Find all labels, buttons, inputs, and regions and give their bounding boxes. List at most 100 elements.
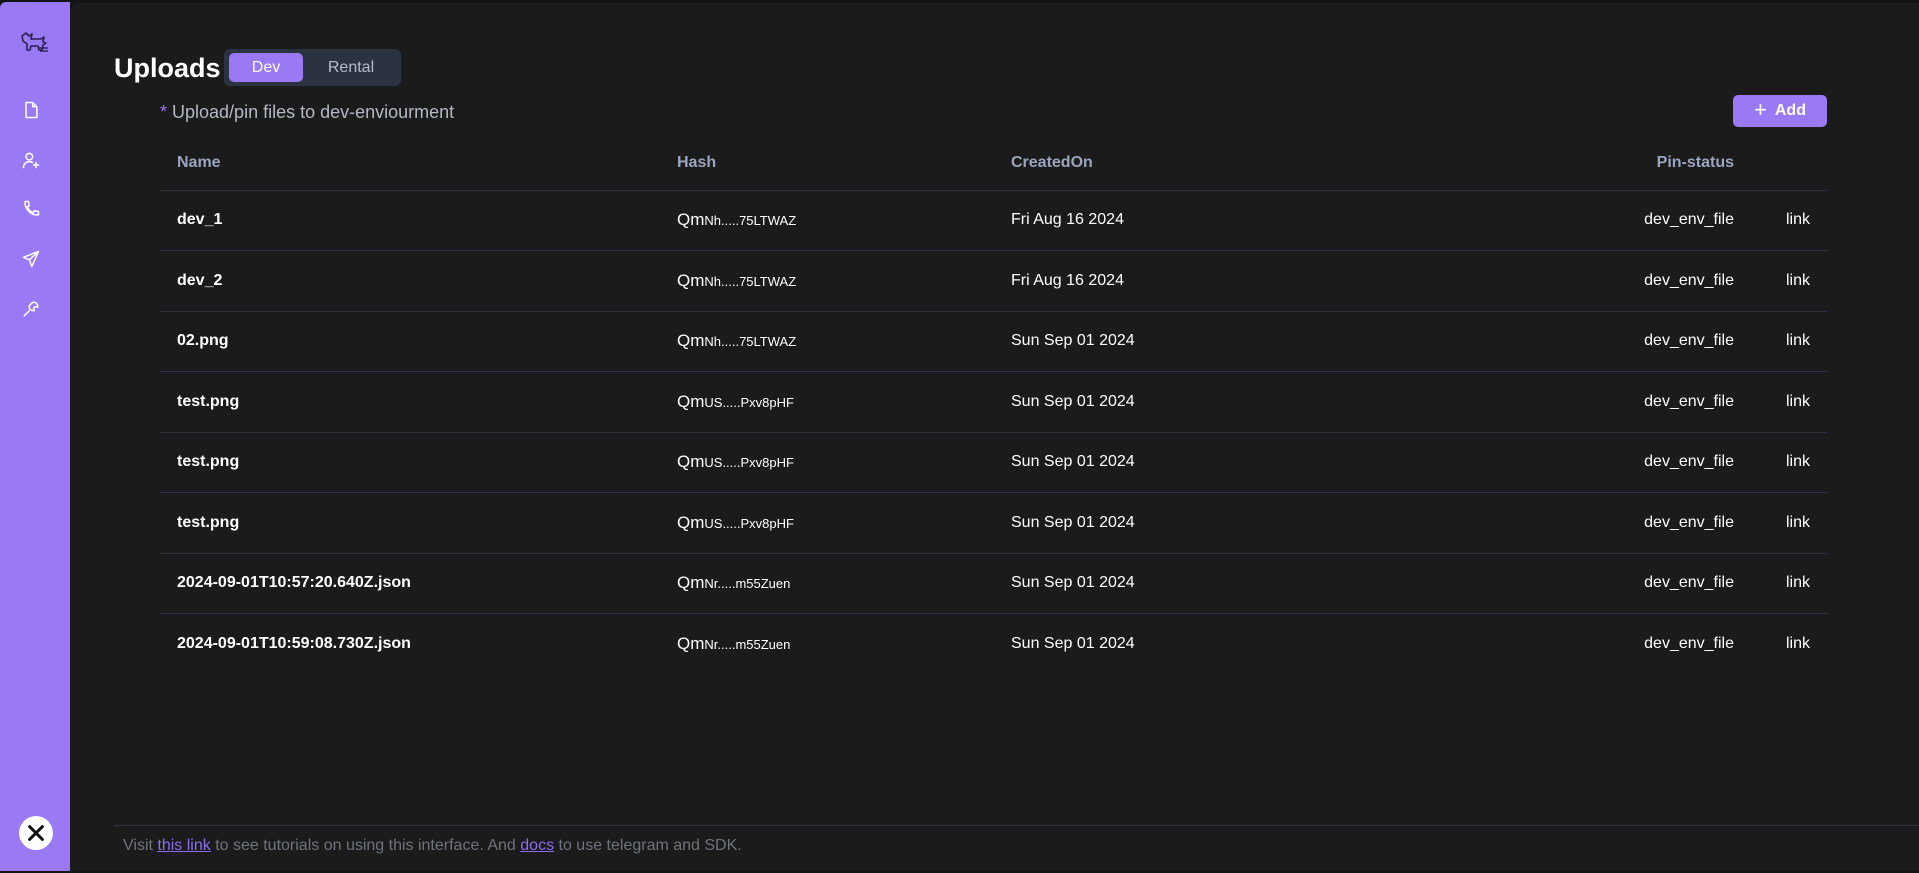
table-body: dev_1 QmNh.....75LTWAZ Fri Aug 16 2024 d… [160,190,1827,674]
cell-hash: QmNr.....m55Zuen [660,614,994,675]
cell-pin-status: dev_env_file [1414,250,1734,312]
hash-prefix: Qm [677,391,705,411]
plus-icon: + [1754,97,1767,122]
tab-rental[interactable]: Rental [307,53,395,82]
table-row: test.png QmUS.....Pxv8pHF Sun Sep 01 202… [160,492,1827,554]
close-icon [28,825,44,841]
header-link [1734,137,1827,191]
footer-text: to use telegram and SDK. [554,837,742,854]
cell-pin-status: dev_env_file [1414,311,1734,372]
hash-prefix: Qm [677,210,705,230]
cell-created: Sun Sep 01 2024 [994,492,1414,554]
cell-hash: QmUS.....Pxv8pHF [660,492,994,554]
cell-pin-status: dev_env_file [1644,635,1734,652]
footer-text: Visit [123,837,158,854]
cell-link[interactable]: link [1734,311,1827,372]
cell-name: 2024-09-01T10:59:08.730Z.json [177,635,411,652]
docs-link[interactable]: docs [520,837,554,854]
hash-prefix: Qm [677,634,705,653]
hash-rest: Nh.....75LTWAZ [704,334,797,350]
cell-pin-status: dev_env_file [1414,190,1734,251]
hash-prefix: Qm [677,512,705,532]
hash-prefix: Qm [677,573,705,593]
cell-hash: QmUS.....Pxv8pHF [660,432,994,493]
sidebar [0,2,70,871]
cell-pin-status: dev_env_file [1414,492,1734,554]
table-row: test.png QmUS.....Pxv8pHF Sun Sep 01 202… [160,371,1827,433]
phone-icon[interactable] [20,198,42,220]
hash-prefix: Qm [677,270,705,290]
uploads-table: Name Hash CreatedOn Pin-status dev_1 QmN… [160,137,1827,674]
cell-name: 2024-09-01T10:57:20.640Z.json [160,553,660,614]
user-add-icon[interactable] [20,149,42,171]
cell-created: Fri Aug 16 2024 [994,250,1414,312]
add-button[interactable]: + Add [1733,95,1827,127]
app-window: Uploads Dev Rental * Upload/pin files to … [0,0,1919,873]
hash-prefix: Qm [677,452,705,472]
cell-link[interactable]: link [1734,371,1827,433]
file-icon[interactable] [20,99,42,121]
table-row: 2024-09-01T10:57:20.640Z.json QmNr.....m… [160,553,1827,614]
header-name: Name [160,137,660,191]
tab-dev[interactable]: Dev [229,53,303,82]
cell-created: Sun Sep 01 2024 [1011,635,1135,652]
footer: Visit this link to see tutorials on usin… [123,837,742,855]
cell-link[interactable]: link [1734,553,1827,614]
hash-rest: Nh.....75LTWAZ [704,213,797,229]
subtitle-text: Upload/pin files to dev-enviourment [172,102,455,122]
hash-rest: US.....Pxv8pHF [704,394,794,410]
logo-icon[interactable] [19,30,49,54]
env-tabs: Dev Rental [224,49,401,86]
cell-hash: QmNh.....75LTWAZ [660,250,994,312]
cell-link[interactable]: link [1734,492,1827,554]
footer-text: to see tutorials on using this interface… [210,837,521,854]
cell-name: test.png [160,371,660,433]
table-row: 02.png QmNh.....75LTWAZ Sun Sep 01 2024 … [160,311,1827,372]
table-row: dev_1 QmNh.....75LTWAZ Fri Aug 16 2024 d… [160,190,1827,251]
cell-link[interactable]: link [1734,250,1827,312]
cell-pin-status: dev_env_file [1414,432,1734,493]
header-pin-status: Pin-status [1414,137,1734,191]
cell-created: Fri Aug 16 2024 [994,190,1414,251]
cell-name: test.png [160,492,660,554]
close-button[interactable] [19,816,53,850]
add-button-label: Add [1774,102,1806,119]
cell-name: dev_2 [160,250,660,312]
cell-created: Sun Sep 01 2024 [994,311,1414,372]
table-row: 2024-09-01T10:59:08.730Z.json QmNr.....m… [160,614,1827,675]
hash-rest: US.....Pxv8pHF [704,455,794,471]
cell-hash: QmNh.....75LTWAZ [660,311,994,372]
page-subtitle: * Upload/pin files to dev-enviourment [160,102,454,123]
cell-name: dev_1 [160,190,660,251]
cell-created: Sun Sep 01 2024 [994,371,1414,433]
cell-link[interactable]: link [1734,190,1827,251]
cell-created: Sun Sep 01 2024 [994,553,1414,614]
hash-rest: US.....Pxv8pHF [704,515,794,531]
cell-pin-status: dev_env_file [1414,553,1734,614]
page-title: Uploads [114,53,221,83]
cell-pin-status: dev_env_file [1414,371,1734,433]
main-content: Uploads Dev Rental * Upload/pin files to … [70,3,1919,871]
subtitle-marker: * [160,102,168,122]
hash-rest: Nr.....m55Zuen [704,637,791,652]
cell-name: test.png [160,432,660,493]
cell-link[interactable]: link [1734,614,1827,675]
tutorial-link[interactable]: this link [157,837,210,854]
hash-rest: Nh.....75LTWAZ [704,273,797,289]
cell-hash: QmNr.....m55Zuen [660,553,994,614]
hash-rest: Nr.....m55Zuen [704,576,791,592]
cell-hash: QmUS.....Pxv8pHF [660,371,994,433]
tools-icon[interactable] [20,298,42,320]
table-row: test.png QmUS.....Pxv8pHF Sun Sep 01 202… [160,432,1827,493]
table-header-row: Name Hash CreatedOn Pin-status [160,137,1827,191]
send-icon[interactable] [20,248,42,270]
cell-name: 02.png [160,311,660,372]
cell-link[interactable]: link [1734,432,1827,493]
cell-created: Sun Sep 01 2024 [994,432,1414,493]
footer-divider [114,825,1919,826]
header-hash: Hash [660,137,994,191]
table-row: dev_2 QmNh.....75LTWAZ Fri Aug 16 2024 d… [160,250,1827,312]
header-created: CreatedOn [994,137,1414,191]
cell-hash: QmNh.....75LTWAZ [660,190,994,251]
hash-prefix: Qm [677,331,705,351]
